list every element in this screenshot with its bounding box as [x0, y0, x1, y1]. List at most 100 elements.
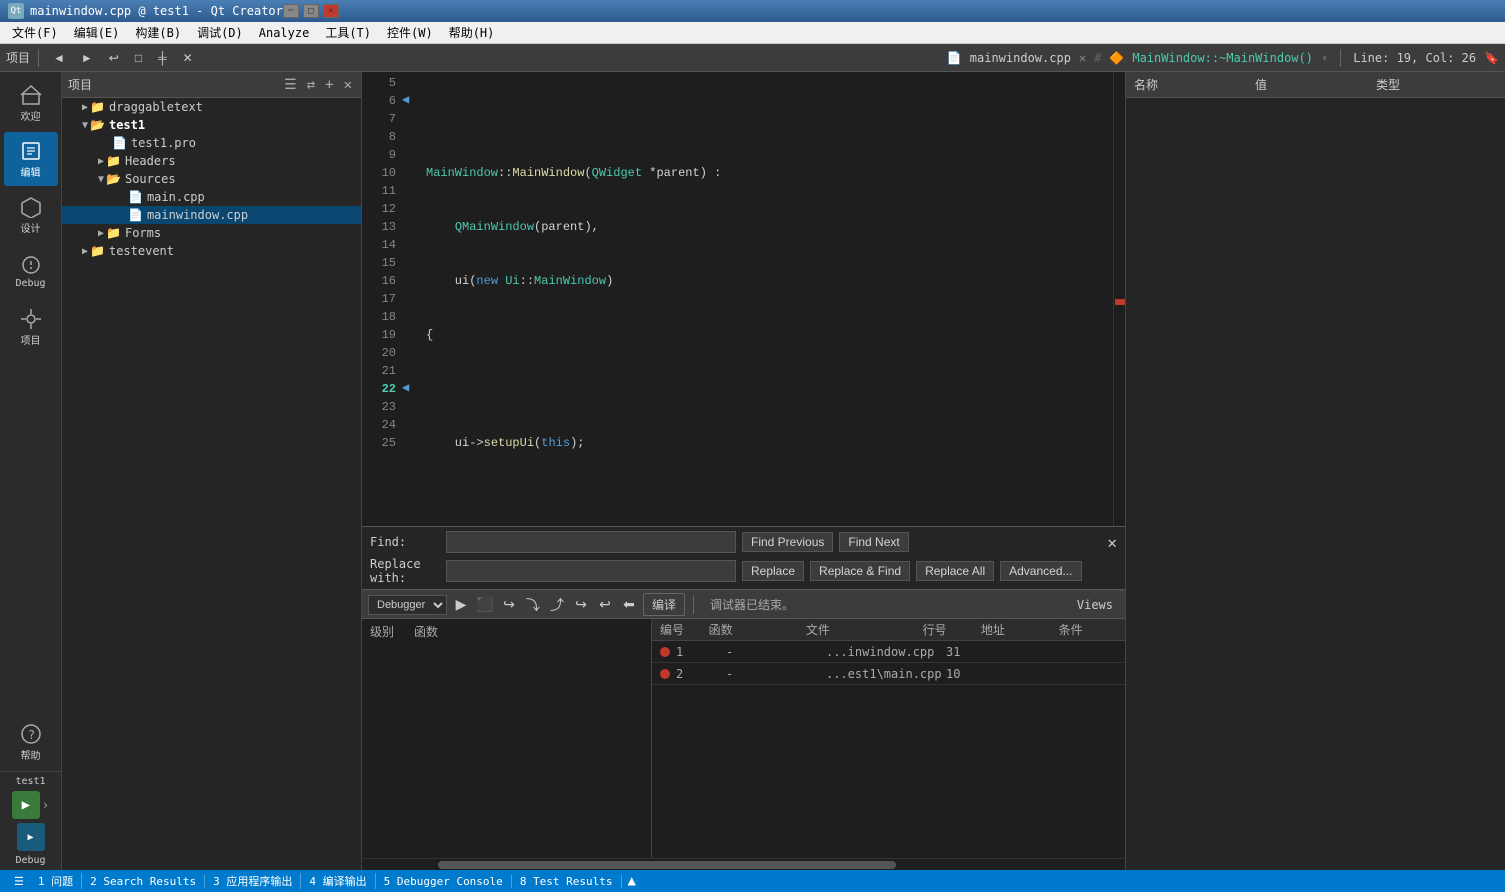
debug-stepover-btn[interactable]: ↪ [499, 595, 519, 615]
tree-add-btn[interactable]: + [322, 77, 336, 93]
code-editor[interactable]: MainWindow::MainWindow(QWidget *parent) … [418, 72, 1113, 526]
tool-projects[interactable]: 项目 [4, 300, 58, 354]
menu-file[interactable]: 文件(F) [4, 22, 66, 43]
debug-icon [20, 254, 42, 276]
tree-item-test1pro[interactable]: 📄 test1.pro [62, 134, 361, 152]
tree-item-mainwindowcpp[interactable]: 📄 mainwindow.cpp [62, 206, 361, 224]
app-icon: Qt [8, 3, 24, 19]
folder-icon: 📁 [106, 226, 121, 240]
maximize-button[interactable]: □ [303, 4, 319, 18]
status-menu-btn[interactable]: ☰ [8, 875, 30, 888]
tool-help[interactable]: ? 帮助 [4, 715, 58, 769]
level-col-header: 级别 [370, 623, 394, 854]
status-problems[interactable]: 1 问题 [30, 873, 82, 889]
bp-row-2[interactable]: 2 - ...est1\main.cpp 10 [652, 663, 1125, 685]
menu-help[interactable]: 帮助(H) [441, 22, 503, 43]
debug-run-button[interactable]: ▶ [17, 823, 45, 851]
var-col-value: 值 [1255, 76, 1376, 93]
bottom-scrollbar[interactable] [362, 858, 1125, 870]
find-bar: Find: Find Previous Find Next ✕ Replace … [362, 526, 1125, 590]
tool-edit[interactable]: 编辑 [4, 132, 58, 186]
tree-filter-btn[interactable]: ☰ [281, 77, 300, 93]
tree-item-sources[interactable]: ▼ 📂 Sources [62, 170, 361, 188]
bp-row-1[interactable]: 1 - ...inwindow.cpp 31 [652, 641, 1125, 663]
menu-edit[interactable]: 编辑(E) [66, 22, 128, 43]
views-btn[interactable]: Views [1071, 596, 1119, 614]
menu-tools[interactable]: 工具(T) [317, 22, 379, 43]
status-debugger-console[interactable]: 5 Debugger Console [376, 875, 512, 888]
status-app-output[interactable]: 3 应用程序输出 [205, 873, 301, 889]
tool-design[interactable]: 设计 [4, 188, 58, 242]
replace-find-btn[interactable]: Replace & Find [810, 561, 910, 581]
debug-stop-btn[interactable]: ⬛ [475, 595, 495, 615]
run-button[interactable]: ▶ [12, 791, 40, 819]
minimize-button[interactable]: ─ [283, 4, 299, 18]
find-close-btn[interactable]: ✕ [1107, 533, 1117, 552]
variables-header: 名称 值 类型 [1126, 72, 1505, 98]
code-line-11: ui->setupUi(this); [426, 434, 1105, 452]
toolbar-close-editor[interactable]: ✕ [177, 49, 199, 67]
fold-marker2[interactable]: ◀ [402, 378, 418, 396]
bp-col-addr: 地址 [981, 621, 1059, 638]
replace-input[interactable] [446, 560, 736, 582]
tree-item-headers[interactable]: ▶ 📁 Headers [62, 152, 361, 170]
status-compile-output[interactable]: 4 编译输出 [301, 873, 375, 889]
fold-marker[interactable]: ◀ [402, 90, 418, 108]
current-file-close[interactable]: ✕ [1079, 51, 1086, 65]
menubar: 文件(F) 编辑(E) 构建(B) 调试(D) Analyze 工具(T) 控件… [0, 22, 1505, 44]
tree-item-draggabletext[interactable]: ▶ 📁 draggabletext [62, 98, 361, 116]
toolbar-nav-return[interactable]: ↩ [103, 49, 125, 67]
menu-build[interactable]: 构建(B) [127, 22, 189, 43]
line-numbers: 5 6 7 8 9 10 11 12 13 14 15 16 17 18 [362, 72, 402, 526]
compile-btn[interactable]: 编译 [643, 593, 685, 616]
find-prev-btn[interactable]: Find Previous [742, 532, 833, 552]
toolbar-split[interactable]: ╪ [152, 49, 173, 67]
debug-run-to-line-btn[interactable]: ↪ [571, 595, 591, 615]
debug-stepin-btn[interactable]: ⤵ [523, 595, 543, 615]
variables-content [1126, 98, 1505, 870]
advanced-btn[interactable]: Advanced... [1000, 561, 1081, 581]
line-num: 12 [366, 200, 396, 218]
func-col-header: 函数 [414, 623, 438, 854]
find-input[interactable] [446, 531, 736, 553]
titlebar: Qt mainwindow.cpp @ test1 - Qt Creator ─… [0, 0, 1505, 22]
tool-welcome[interactable]: 欢迎 [4, 76, 58, 130]
bp-col-file: 文件 [806, 621, 923, 638]
menu-debug[interactable]: 调试(D) [189, 22, 251, 43]
tree-item-test1[interactable]: ▼ 📂 test1 [62, 116, 361, 134]
line-num: 14 [366, 236, 396, 254]
status-bar: ☰ 1 问题 2 Search Results 3 应用程序输出 4 编译输出 … [0, 870, 1505, 892]
debug-back-btn[interactable]: ⬅ [619, 595, 639, 615]
replace-all-btn[interactable]: Replace All [916, 561, 994, 581]
menu-analyze[interactable]: Analyze [251, 24, 318, 42]
tree-item-maincpp[interactable]: 📄 main.cpp [62, 188, 361, 206]
bp-col-num: 编号 [660, 621, 709, 638]
find-next-btn[interactable]: Find Next [839, 532, 908, 552]
tree-item-label: draggabletext [109, 100, 203, 114]
tree-sync-btn[interactable]: ⇄ [304, 77, 318, 93]
toolbar-nav-forward[interactable]: ► [75, 49, 99, 67]
toolbar-close-split[interactable]: □ [129, 49, 148, 67]
tool-debug[interactable]: Debug [4, 244, 58, 298]
main-toolbar: 项目 ◄ ► ↩ □ ╪ ✕ 📄 mainwindow.cpp ✕ # 🔶 Ma… [0, 44, 1505, 72]
replace-btn[interactable]: Replace [742, 561, 804, 581]
tree-item-testevent[interactable]: ▶ 📁 testevent [62, 242, 361, 260]
status-up-btn[interactable]: ▲ [622, 873, 642, 889]
editor-scrollbar[interactable] [1113, 72, 1125, 526]
debug-play-btn[interactable]: ▶ [451, 595, 471, 615]
debug-return-btn[interactable]: ↩ [595, 595, 615, 615]
tree-item-forms[interactable]: ▶ 📁 Forms [62, 224, 361, 242]
line-num: 13 [366, 218, 396, 236]
tree-item-label: test1 [109, 118, 145, 132]
tree-close-btn[interactable]: ✕ [341, 77, 355, 93]
toolbar-nav-back[interactable]: ◄ [47, 49, 71, 67]
debug-stepout-btn[interactable]: ⤴ [547, 595, 567, 615]
run-arrow[interactable]: › [42, 798, 49, 812]
status-test-results[interactable]: 8 Test Results [512, 875, 622, 888]
status-search[interactable]: 2 Search Results [82, 875, 205, 888]
bp-file: ...est1\main.cpp [826, 667, 946, 681]
menu-widget[interactable]: 控件(W) [379, 22, 441, 43]
close-button[interactable]: ✕ [323, 4, 339, 18]
bp-col-func: 函数 [709, 621, 806, 638]
debugger-select[interactable]: Debugger [368, 595, 447, 615]
